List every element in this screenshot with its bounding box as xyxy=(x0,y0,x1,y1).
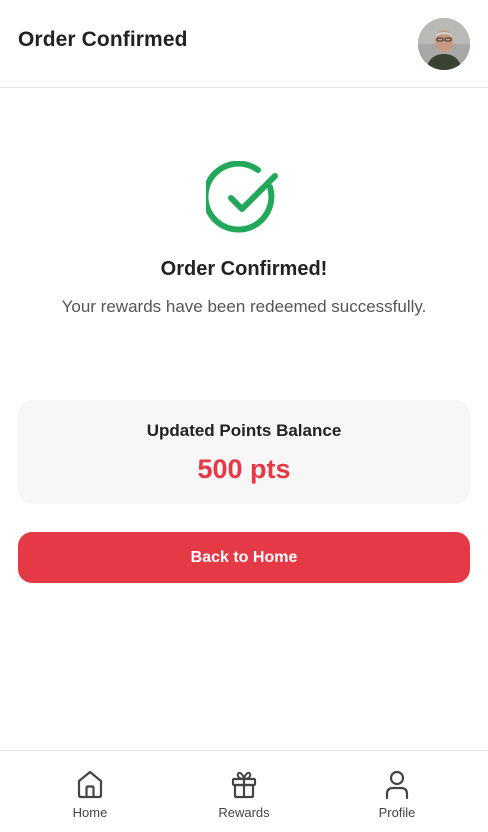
nav-label-home: Home xyxy=(72,805,108,820)
points-balance-label: Updated Points Balance xyxy=(146,421,342,440)
nav-label-profile: Profile xyxy=(378,805,416,820)
nav-item-rewards[interactable]: Rewards xyxy=(184,767,304,829)
nav-label-rewards: Rewards xyxy=(218,805,270,820)
nav-item-profile[interactable]: Profile xyxy=(337,767,457,829)
nav-item-home[interactable]: Home xyxy=(30,767,150,829)
gift-icon xyxy=(231,771,257,799)
confirmation-message: Your rewards have been redeemed successf… xyxy=(61,297,427,316)
points-balance-card: Updated Points Balance 500 pts xyxy=(18,400,470,504)
confirmation-title: Order Confirmed! xyxy=(160,258,328,280)
page-title: Order Confirmed xyxy=(18,28,188,51)
home-icon xyxy=(77,770,103,799)
top-app-bar: Order Confirmed xyxy=(0,0,488,88)
avatar[interactable] xyxy=(418,18,470,70)
bottom-navigation: Home Rewards Profile xyxy=(0,750,488,832)
user-icon xyxy=(385,770,409,799)
points-balance-value: 500 pts xyxy=(197,454,291,484)
back-to-home-button[interactable]: Back to Home xyxy=(18,532,470,583)
check-circle-icon xyxy=(202,160,282,237)
